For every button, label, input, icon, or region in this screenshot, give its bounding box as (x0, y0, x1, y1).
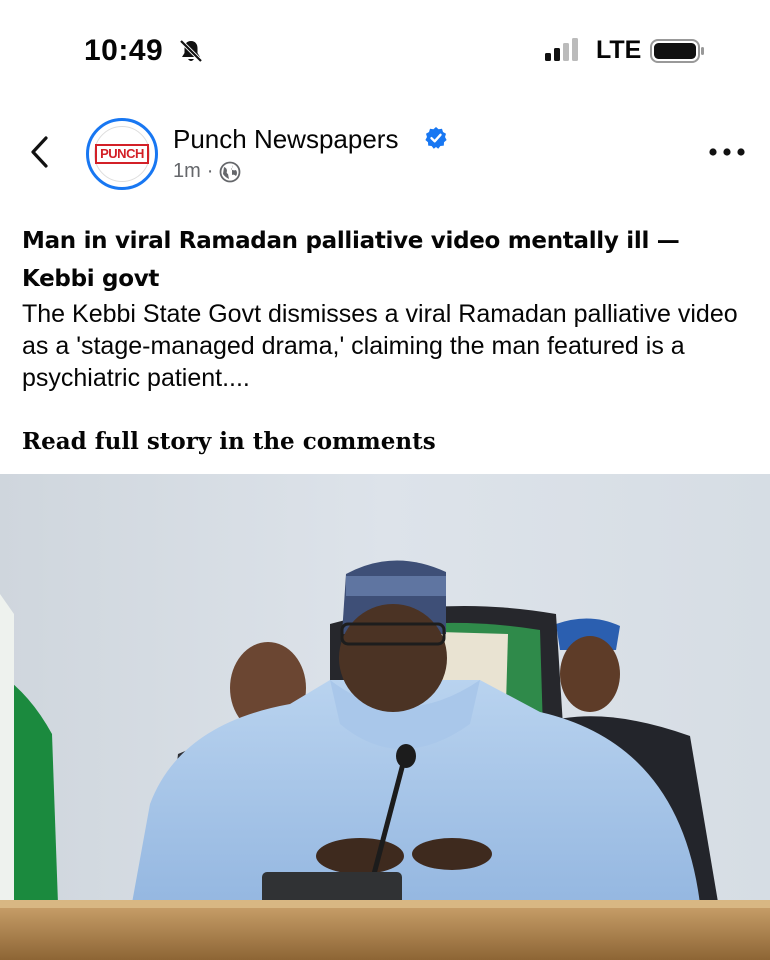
post-summary: The Kebbi State Govt dismisses a viral R… (22, 300, 738, 392)
status-bar: 10:49 LTE (0, 0, 770, 100)
punch-logo: PUNCH (95, 144, 149, 164)
network-type: LTE (596, 36, 642, 64)
more-options-icon[interactable] (708, 146, 746, 158)
page-name[interactable]: Punch Newspapers (173, 124, 398, 155)
globe-icon (220, 161, 241, 182)
post-time[interactable]: 1m (173, 160, 201, 183)
read-more-text: Read full story in the comments (22, 428, 436, 455)
meta-separator: · (206, 160, 214, 182)
status-time: 10:49 (84, 34, 164, 67)
post-meta: 1m · (173, 160, 241, 183)
battery-icon (650, 39, 704, 63)
signal-icon (545, 38, 578, 61)
verified-badge-icon (425, 127, 447, 149)
back-chevron-icon[interactable] (26, 132, 54, 172)
bell-muted-icon (179, 39, 203, 63)
avatar[interactable]: PUNCH (86, 118, 158, 190)
post-headline: Man in viral Ramadan palliative video me… (22, 228, 680, 292)
post-header: PUNCH Punch Newspapers 1m · (0, 112, 770, 202)
post-photo[interactable] (0, 474, 770, 960)
